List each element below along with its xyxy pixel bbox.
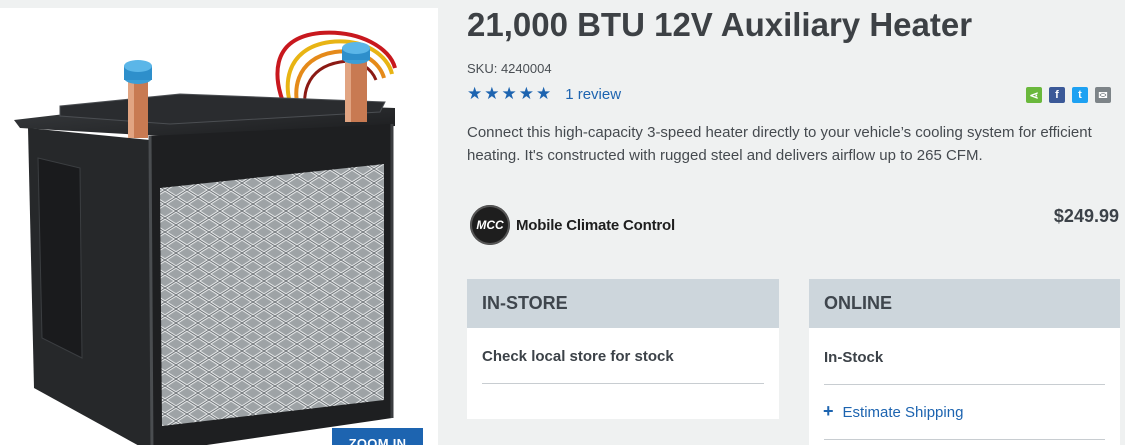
twitter-icon[interactable]: t xyxy=(1072,87,1088,103)
in-store-availability: IN-STORE Check local store for stock xyxy=(467,279,779,419)
product-image-panel[interactable]: ZOOM IN xyxy=(0,8,438,445)
in-store-status[interactable]: Check local store for stock xyxy=(482,348,674,365)
online-availability: ONLINE In-Stock + Estimate Shipping xyxy=(809,279,1120,445)
divider xyxy=(824,439,1105,440)
product-price: $249.99 xyxy=(1053,206,1119,226)
product-image xyxy=(14,30,397,445)
facebook-icon[interactable]: f xyxy=(1049,87,1065,103)
estimate-shipping-label: Estimate Shipping xyxy=(842,404,964,421)
product-rating: ★★★★★ 1 review xyxy=(467,84,621,104)
share-icon[interactable]: ⋖ xyxy=(1026,87,1042,103)
online-heading: ONLINE xyxy=(809,279,1120,328)
divider xyxy=(824,384,1105,385)
in-store-heading: IN-STORE xyxy=(467,279,779,328)
share-icons: ⋖ f t ✉ xyxy=(1026,87,1111,103)
reviews-link[interactable]: 1 review xyxy=(565,86,621,103)
product-description: Connect this high-capacity 3-speed heate… xyxy=(467,124,1092,164)
zoom-in-button[interactable]: ZOOM IN xyxy=(332,428,423,445)
brand-logo[interactable]: MCC Mobile Climate Control xyxy=(470,205,675,245)
product-sku: SKU: 4240004 xyxy=(467,61,552,76)
estimate-shipping-link[interactable]: + Estimate Shipping xyxy=(823,401,964,422)
rating-stars-icon: ★★★★★ xyxy=(467,84,554,103)
email-icon[interactable]: ✉ xyxy=(1095,87,1111,103)
mcc-logo-icon: MCC xyxy=(470,205,510,245)
online-status: In-Stock xyxy=(824,349,884,366)
product-title: 21,000 BTU 12V Auxiliary Heater xyxy=(467,6,973,43)
brand-name: Mobile Climate Control xyxy=(516,216,675,234)
divider xyxy=(482,383,764,384)
plus-icon: + xyxy=(823,401,834,421)
